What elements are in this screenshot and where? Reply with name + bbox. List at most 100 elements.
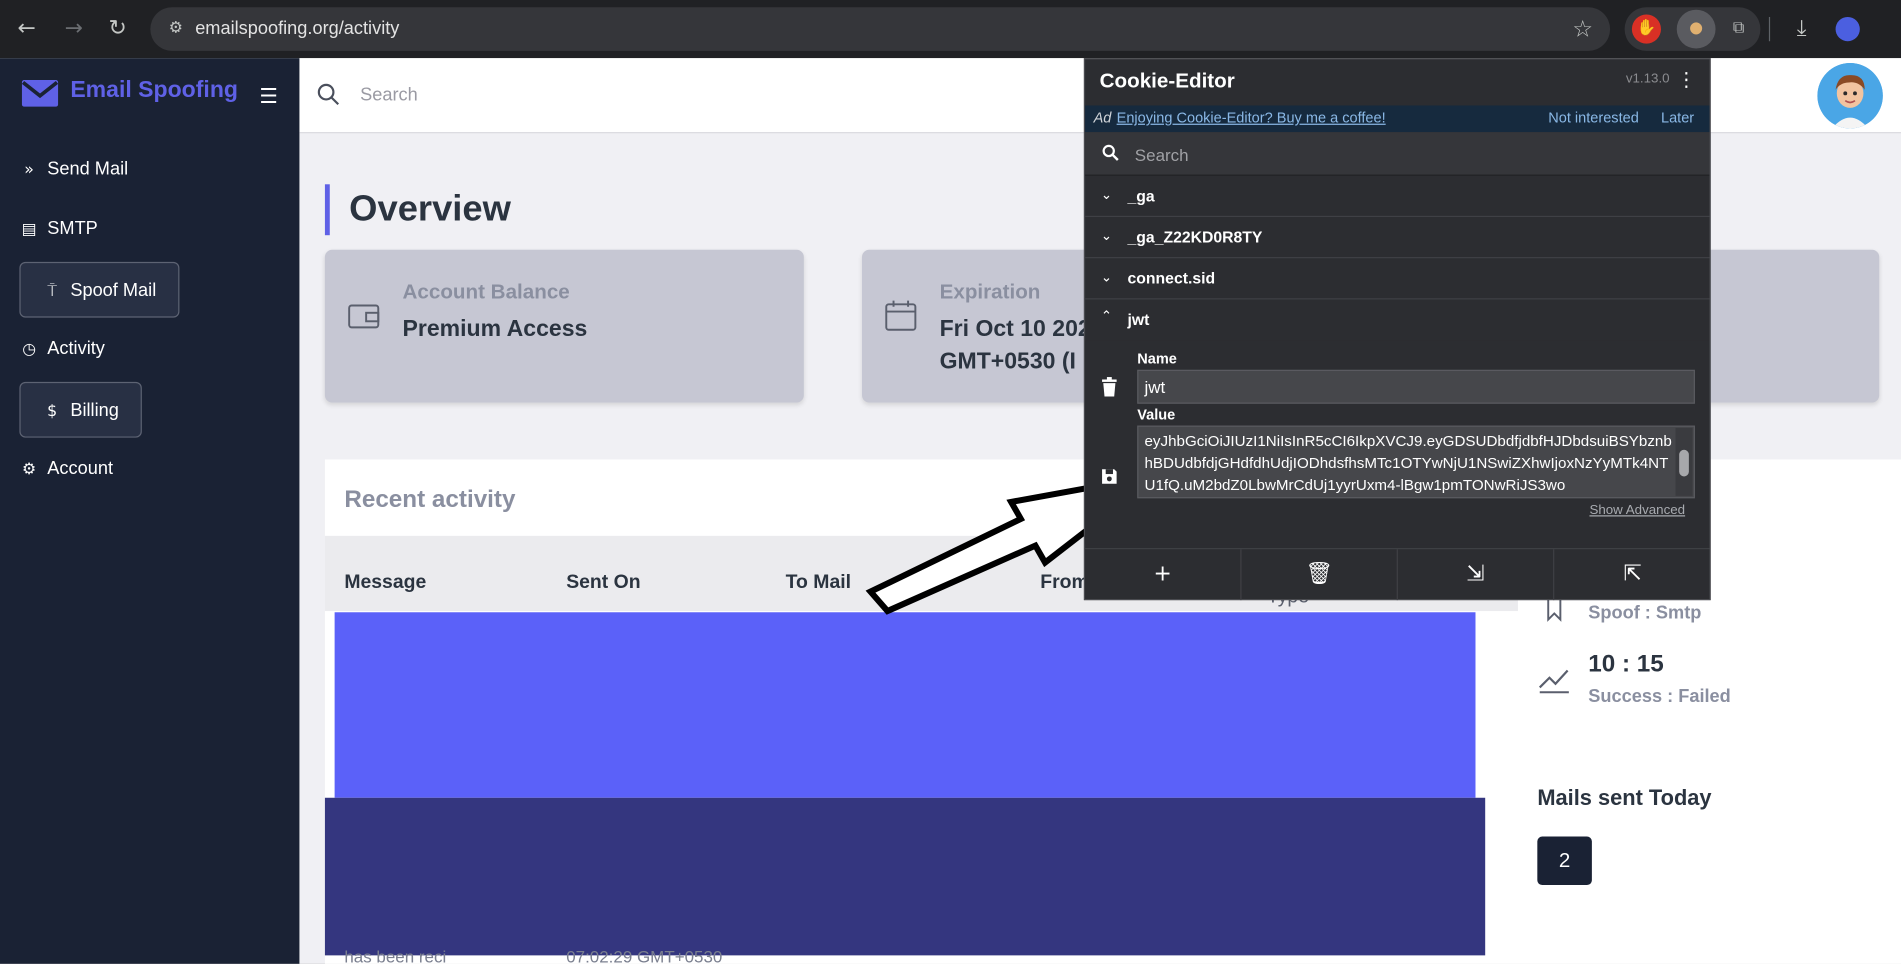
table-cell: has been reci xyxy=(344,946,447,964)
value-label: Value xyxy=(1137,406,1176,424)
sidebar-item-label: Send Mail xyxy=(47,158,129,180)
card-label: Account Balance xyxy=(402,280,570,304)
search-input[interactable]: Search xyxy=(360,85,418,106)
site-settings-icon[interactable]: ⚙ xyxy=(165,18,187,40)
column-header: Sent On xyxy=(566,572,641,593)
sidebar-item-spoof-mail[interactable]: ⍑ Spoof Mail xyxy=(19,261,180,318)
table-cell: 07:02:29 GMT+0530 xyxy=(566,946,723,964)
brand-name: Email Spoofing xyxy=(70,77,238,104)
ad-link[interactable]: Enjoying Cookie-Editor? Buy me a coffee! xyxy=(1117,109,1386,126)
cookie-value-text[interactable]: eyJhbGciOiJIUzI1NiIsInR5cCI6IkpXVCJ9.eyG… xyxy=(1145,430,1676,495)
cookie-value-textarea[interactable]: eyJhbGciOiJIUzI1NiIsInR5cCI6IkpXVCJ9.eyG… xyxy=(1137,425,1695,499)
sidebar-item-smtp[interactable]: ▤ SMTP xyxy=(19,201,98,257)
chevron-down-icon[interactable]: ⌄ xyxy=(1101,269,1112,285)
server-icon: ▤ xyxy=(21,220,37,239)
import-icon[interactable]: ⇲ xyxy=(1398,549,1555,601)
sidebar-item-account[interactable]: ⚙ Account xyxy=(19,441,113,497)
cookie-editor-header: Cookie-Editor v1.13.0 ⋮ xyxy=(1085,59,1709,105)
profile-icon[interactable] xyxy=(1833,15,1862,44)
wallet-icon xyxy=(348,304,380,329)
more-options-icon[interactable]: ⋮ xyxy=(1677,68,1696,91)
cookie-row[interactable]: ⌄ connect.sid xyxy=(1085,258,1710,300)
spoof-type-label: Spoof : Smtp xyxy=(1588,602,1702,624)
textarea-scrollbar[interactable] xyxy=(1675,427,1693,496)
app-sidebar: Email Spoofing ☰ » Send Mail ▤ SMTP ⍑ Spoof… xyxy=(0,58,300,964)
sidebar-item-label: Account xyxy=(47,458,113,479)
success-failed-label: Success : Failed xyxy=(1588,686,1731,707)
browser-toolbar: ← → ↻ ⚙ emailspoofing.org/activity ☆ ✋ ●… xyxy=(0,0,1901,59)
cookie-name: _ga_Z22KD0R8TY xyxy=(1127,227,1263,247)
card-value-line: Fri Oct 10 202 xyxy=(939,316,1091,342)
avatar-image xyxy=(1817,63,1883,129)
send-icon: » xyxy=(24,161,34,180)
calendar-icon xyxy=(885,300,917,331)
trend-up-icon xyxy=(1538,669,1569,694)
sidebar-item-activity[interactable]: ◷ Activity xyxy=(19,321,105,377)
search-icon xyxy=(317,83,340,106)
sidebar-item-label: Activity xyxy=(47,338,105,359)
clock-icon: ◷ xyxy=(22,340,36,359)
title-accent-bar xyxy=(324,184,330,236)
redaction-block-top xyxy=(334,612,1476,798)
sidebar-item-send-mail[interactable]: » Send Mail xyxy=(19,142,128,198)
chevron-up-icon[interactable]: ⌃ xyxy=(1101,308,1112,324)
dollar-icon: $ xyxy=(47,402,58,421)
toolbar-divider xyxy=(1768,16,1771,42)
not-interested-button[interactable]: Not interested xyxy=(1548,109,1639,126)
cookie-name: jwt xyxy=(1127,310,1150,329)
cookie-search[interactable]: Search xyxy=(1085,132,1710,176)
card-value-line: Premium Access xyxy=(402,316,588,342)
card-value: Fri Oct 10 202 GMT+0530 (I xyxy=(940,313,1091,378)
show-advanced-link[interactable]: Show Advanced xyxy=(1589,503,1685,518)
page-title: Overview xyxy=(349,189,511,230)
bookmark-star-icon[interactable]: ☆ xyxy=(1572,16,1593,43)
mails-sent-count-badge: 2 xyxy=(1537,836,1592,886)
cookie-editor-extension-icon[interactable]: ● xyxy=(1676,9,1716,49)
forward-icon[interactable]: → xyxy=(59,15,88,44)
cookie-search-input[interactable]: Search xyxy=(1135,145,1189,164)
cookie-row[interactable]: ⌄ _ga xyxy=(1085,176,1710,218)
mails-sent-today-title: Mails sent Today xyxy=(1537,785,1712,810)
reload-icon[interactable]: ↻ xyxy=(103,15,132,44)
gear-icon: ⚙ xyxy=(22,460,37,479)
add-icon[interactable]: + xyxy=(1085,549,1242,601)
cookie-name-input[interactable]: jwt xyxy=(1137,369,1695,404)
scrollbar-thumb[interactable] xyxy=(1679,449,1689,477)
cookie-row-expanded[interactable]: ⌃ jwt xyxy=(1085,299,1709,340)
later-button[interactable]: Later xyxy=(1661,109,1694,126)
card-value-line: GMT+0530 (I xyxy=(939,349,1076,375)
sidebar-item-label: SMTP xyxy=(47,218,98,239)
extensions-puzzle-icon[interactable]: ⧉ xyxy=(1724,15,1753,44)
envelope-logo-icon xyxy=(21,80,59,107)
redaction-block-bottom xyxy=(324,797,1486,956)
account-balance-card: Account Balance Premium Access xyxy=(324,249,804,403)
cookie-editor-version: v1.13.0 xyxy=(1625,71,1670,87)
paint-roller-icon: ⍑ xyxy=(47,282,57,301)
cookie-name: connect.sid xyxy=(1127,269,1216,288)
adblock-extension-icon[interactable]: ✋ xyxy=(1631,14,1661,44)
card-label: Expiration xyxy=(939,280,1041,304)
chevron-down-icon[interactable]: ⌄ xyxy=(1101,228,1112,244)
address-bar[interactable]: ⚙ emailspoofing.org/activity ☆ xyxy=(150,7,1611,51)
mails-sent-today-panel: Mails sent Today 2 xyxy=(1517,761,1901,905)
export-icon[interactable]: ⇱ xyxy=(1554,549,1710,600)
menu-toggle-icon[interactable]: ☰ xyxy=(259,85,277,109)
sidebar-item-billing[interactable]: $ Billing xyxy=(19,381,142,438)
back-icon[interactable]: ← xyxy=(12,15,41,44)
trash-icon[interactable] xyxy=(1101,377,1118,397)
delete-all-icon[interactable]: 🗑 xyxy=(1241,549,1398,601)
avatar[interactable] xyxy=(1817,63,1883,129)
name-label: Name xyxy=(1137,350,1177,368)
chevron-down-icon[interactable]: ⌄ xyxy=(1101,187,1112,203)
extensions-group: ✋ ● ⧉ xyxy=(1624,7,1761,51)
save-icon[interactable] xyxy=(1101,467,1118,486)
column-header: Message xyxy=(344,572,427,593)
download-icon[interactable]: ⤓ xyxy=(1787,15,1816,44)
column-header: To Mail xyxy=(785,572,852,593)
url-text[interactable]: emailspoofing.org/activity xyxy=(195,18,399,39)
cookie-editor-title: Cookie-Editor xyxy=(1099,69,1235,93)
cookie-row[interactable]: ⌄ _ga_Z22KD0R8TY xyxy=(1085,217,1710,259)
cookie-editor-footer: + 🗑 ⇲ ⇱ xyxy=(1085,548,1710,601)
sidebar-item-label: Billing xyxy=(70,400,119,421)
card-value: Premium Access xyxy=(403,313,588,346)
